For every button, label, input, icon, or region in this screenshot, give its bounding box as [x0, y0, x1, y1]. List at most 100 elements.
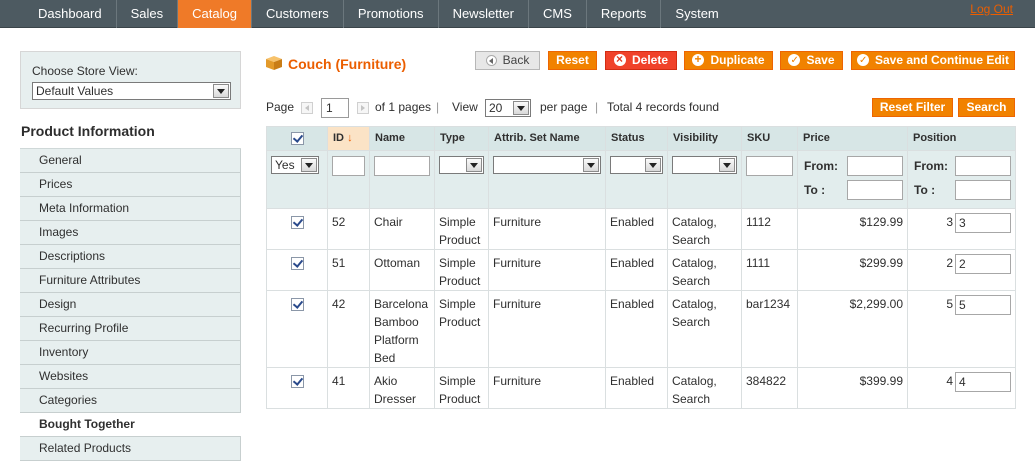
- sidebar-item-recurring-profile[interactable]: Recurring Profile: [20, 317, 241, 341]
- page-number-input[interactable]: 1: [321, 98, 349, 118]
- logout-link[interactable]: Log Out: [970, 2, 1013, 16]
- top-nav: Dashboard Sales Catalog Customers Promot…: [0, 0, 1035, 28]
- back-button[interactable]: Back: [475, 51, 540, 70]
- column-header-status[interactable]: Status: [605, 126, 668, 151]
- select-all-checkbox[interactable]: [290, 132, 304, 145]
- table-row[interactable]: 51 Ottoman Simple Product Furniture Enab…: [266, 249, 1016, 291]
- tab-dashboard[interactable]: Dashboard: [24, 0, 116, 28]
- select-all-header[interactable]: [266, 126, 328, 151]
- column-header-name[interactable]: Name: [369, 126, 435, 151]
- in-products-value: Yes: [275, 158, 295, 172]
- table-row[interactable]: 42 Barcelona Bamboo Platform Bed Simple …: [266, 290, 1016, 368]
- tab-reports[interactable]: Reports: [585, 0, 661, 28]
- column-header-type[interactable]: Type: [434, 126, 489, 151]
- store-view-value: Default Values: [36, 84, 114, 98]
- position-value: 5: [946, 297, 953, 311]
- tab-cms[interactable]: CMS: [527, 0, 586, 28]
- position-input[interactable]: 3: [955, 213, 1011, 233]
- duplicate-button[interactable]: Duplicate: [684, 51, 773, 70]
- position-input[interactable]: 4: [955, 372, 1011, 392]
- cell-visibility: Catalog, Search: [667, 290, 742, 368]
- sidebar-item-inventory[interactable]: Inventory: [20, 341, 241, 365]
- store-view-select[interactable]: Default Values: [32, 82, 231, 100]
- sidebar-item-related-products[interactable]: Related Products: [20, 437, 241, 461]
- delete-icon: [613, 51, 626, 68]
- cell-price: $399.99: [797, 367, 908, 409]
- search-button[interactable]: Search: [958, 98, 1015, 117]
- sidebar-item-meta-information[interactable]: Meta Information: [20, 197, 241, 221]
- row-checkbox[interactable]: [290, 257, 304, 271]
- sidebar-item-descriptions[interactable]: Descriptions: [20, 245, 241, 269]
- name-filter-input[interactable]: [374, 156, 430, 176]
- price-from-input[interactable]: [847, 156, 903, 176]
- chevron-down-icon: [466, 158, 482, 172]
- tab-catalog[interactable]: Catalog: [177, 0, 251, 28]
- cell-sku: 1111: [741, 249, 798, 291]
- sidebar-item-prices[interactable]: Prices: [20, 173, 241, 197]
- plus-icon: [692, 51, 705, 68]
- cell-visibility: Catalog, Search: [667, 249, 742, 291]
- reset-filter-button[interactable]: Reset Filter: [872, 98, 953, 117]
- save-and-continue-button[interactable]: Save and Continue Edit: [851, 51, 1015, 70]
- row-checkbox[interactable]: [290, 375, 304, 389]
- tab-newsletter[interactable]: Newsletter: [437, 0, 528, 28]
- reset-filter-label: Reset Filter: [879, 100, 946, 114]
- cell-status: Enabled: [605, 367, 668, 409]
- sidebar-item-furniture-attributes[interactable]: Furniture Attributes: [20, 269, 241, 293]
- position-to-input[interactable]: [955, 180, 1011, 200]
- sidebar-item-images[interactable]: Images: [20, 221, 241, 245]
- column-header-visibility[interactable]: Visibility: [667, 126, 742, 151]
- in-products-filter[interactable]: Yes: [271, 156, 319, 174]
- tab-customers[interactable]: Customers: [250, 0, 343, 28]
- tab-system[interactable]: System: [660, 0, 732, 28]
- cell-price: $129.99: [797, 208, 908, 250]
- bought-together-grid: ID ↓ Name Type Attrib. Set Name Status V…: [266, 126, 1016, 409]
- row-checkbox[interactable]: [290, 298, 304, 312]
- type-filter-select[interactable]: [439, 156, 484, 174]
- status-filter-select[interactable]: [610, 156, 663, 174]
- position-input[interactable]: 2: [955, 254, 1011, 274]
- per-page-value: 20: [489, 101, 503, 115]
- cell-sku: bar1234: [741, 290, 798, 368]
- id-filter-input[interactable]: [332, 156, 365, 176]
- nav-tabs: Dashboard Sales Catalog Customers Promot…: [24, 0, 733, 28]
- reset-button[interactable]: Reset: [548, 51, 597, 70]
- prev-page-icon[interactable]: [301, 102, 313, 114]
- attrib-set-filter-select[interactable]: [493, 156, 601, 174]
- total-records: Total 4 records found: [607, 100, 720, 114]
- tab-sales[interactable]: Sales: [115, 0, 178, 28]
- sidebar-item-general[interactable]: General: [20, 149, 241, 173]
- sidebar-item-design[interactable]: Design: [20, 293, 241, 317]
- column-header-sku[interactable]: SKU: [741, 126, 798, 151]
- column-header-attrib-set[interactable]: Attrib. Set Name: [488, 126, 606, 151]
- column-header-position[interactable]: Position: [907, 126, 1016, 151]
- table-row[interactable]: 52 Chair Simple Product Furniture Enable…: [266, 208, 1016, 250]
- cell-attrib-set: Furniture: [488, 208, 606, 250]
- cell-name: Chair: [369, 208, 435, 250]
- cell-name: Akio Dresser: [369, 367, 435, 409]
- cell-type: Simple Product: [434, 208, 489, 250]
- tab-promotions[interactable]: Promotions: [342, 0, 438, 28]
- row-checkbox[interactable]: [290, 216, 304, 230]
- column-header-price[interactable]: Price: [797, 126, 908, 151]
- sidebar-tabs: General Prices Meta Information Images D…: [20, 149, 241, 461]
- position-from-input[interactable]: [955, 156, 1011, 176]
- next-page-icon[interactable]: [357, 102, 369, 114]
- cell-type: Simple Product: [434, 290, 489, 368]
- per-page-select[interactable]: 20: [485, 99, 531, 117]
- store-switcher-label: Choose Store View:: [32, 64, 138, 78]
- sidebar-item-websites[interactable]: Websites: [20, 365, 241, 389]
- column-header-id[interactable]: ID ↓: [327, 126, 370, 151]
- table-row[interactable]: 41 Akio Dresser Simple Product Furniture…: [266, 367, 1016, 409]
- position-value: 3: [946, 215, 953, 229]
- delete-button[interactable]: Delete: [605, 51, 677, 70]
- sidebar-item-categories[interactable]: Categories: [20, 389, 241, 413]
- sku-filter-input[interactable]: [746, 156, 793, 176]
- save-button[interactable]: Save: [780, 51, 843, 70]
- visibility-filter-select[interactable]: [672, 156, 737, 174]
- store-switcher: Choose Store View: Default Values: [20, 51, 241, 109]
- price-to-input[interactable]: [847, 180, 903, 200]
- position-input[interactable]: 5: [955, 295, 1011, 315]
- search-button-label: Search: [966, 100, 1007, 114]
- sidebar-item-bought-together[interactable]: Bought Together: [20, 413, 241, 437]
